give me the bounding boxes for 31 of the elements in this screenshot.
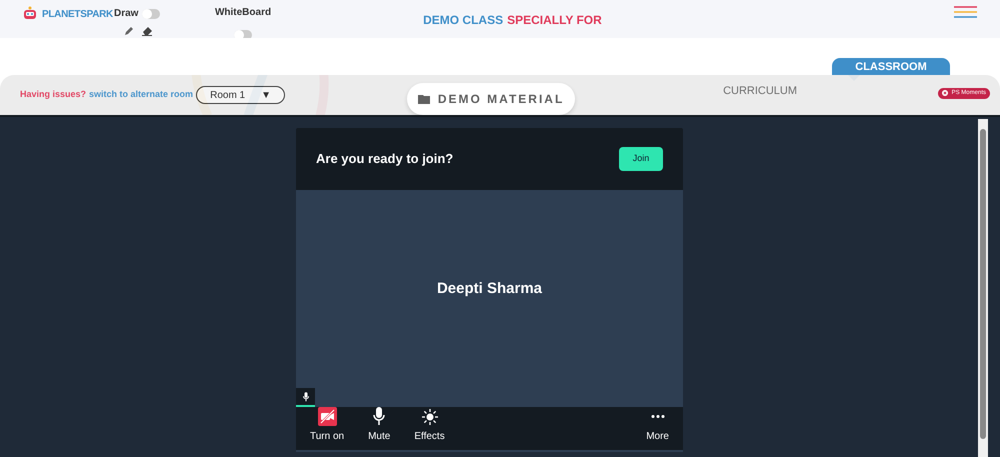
pencil-icon[interactable]	[124, 26, 134, 36]
caret-icon: ▼	[261, 88, 272, 102]
join-button[interactable]: Join	[619, 147, 663, 171]
robot-logo-icon	[22, 6, 38, 22]
mic-button[interactable]: Mute	[368, 407, 390, 444]
title-text: SPECIALLY FOR	[507, 12, 602, 29]
effects-button[interactable]: Effects	[414, 408, 445, 444]
room-select[interactable]: Room 1 ▼	[196, 86, 286, 104]
scrollbar-thumb[interactable]	[980, 129, 986, 439]
folder-icon	[418, 94, 430, 104]
demo-material-tab[interactable]: DEMO MATERIAL	[407, 83, 576, 115]
toggle-switch[interactable]	[142, 8, 160, 18]
logo-text: PLANETSPARK	[42, 8, 113, 22]
more-icon	[650, 415, 665, 418]
curriculum-tab[interactable]: CURRICULUM	[717, 82, 804, 100]
eraser-icon[interactable]	[142, 26, 153, 36]
microphone-icon	[373, 407, 386, 426]
issue-warning: Having issues?	[20, 88, 86, 102]
camera-button[interactable]: Turn on	[310, 407, 344, 444]
toggle-label: Draw	[114, 7, 138, 21]
classroom-tab[interactable]: CLASSROOM	[832, 58, 950, 75]
join-prompt: Are you ready to join?	[316, 150, 454, 168]
sun-icon	[420, 408, 439, 426]
microphone-icon	[302, 392, 308, 402]
title-text: DEMO CLASS	[423, 12, 504, 29]
toggle-label: WhiteBoard	[214, 6, 272, 20]
participant-name: Deepti Sharma	[436, 278, 542, 299]
more-button[interactable]: More	[646, 407, 669, 444]
menu-icon[interactable]	[954, 6, 977, 18]
close-icon	[942, 90, 948, 96]
camera-off-icon	[318, 407, 337, 426]
